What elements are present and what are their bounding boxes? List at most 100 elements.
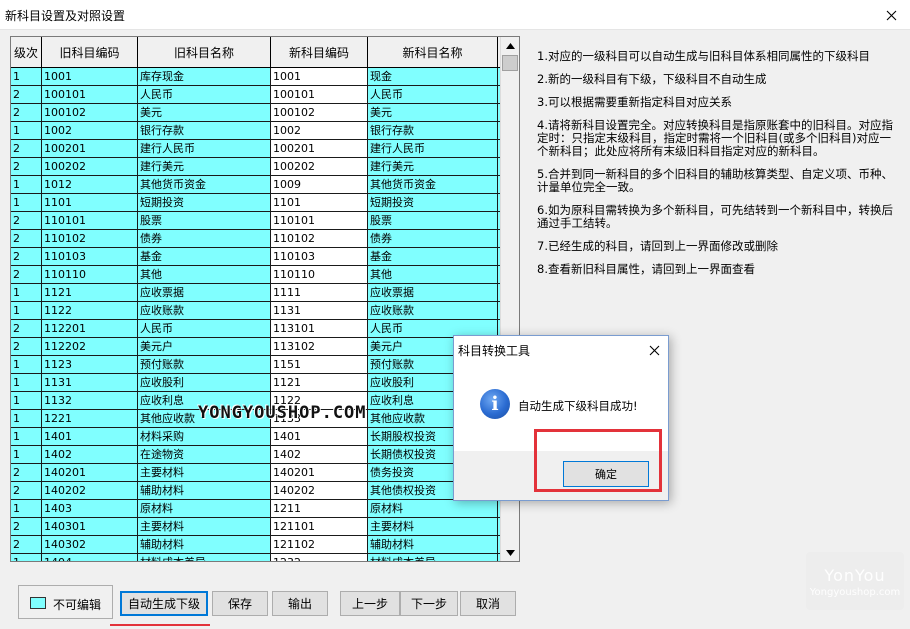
column-header[interactable]: 新科目编码 (271, 37, 368, 68)
table-cell[interactable]: 121102 (271, 536, 368, 554)
dialog-close-button[interactable] (644, 340, 664, 360)
table-cell: 1132 (42, 392, 138, 410)
cancel-button[interactable]: 取消 (460, 591, 516, 616)
corner-watermark-site: Yongyoushop.com (809, 587, 901, 598)
scroll-up-button[interactable] (501, 37, 519, 54)
table-cell: 1 (11, 392, 42, 410)
column-header[interactable]: 旧科目名称 (138, 37, 271, 68)
corner-watermark-brand: YonYou (824, 566, 886, 585)
table-cell[interactable]: 100102 (271, 104, 368, 122)
table-cell: 110110 (42, 266, 138, 284)
column-header[interactable]: 旧科目编码 (42, 37, 138, 68)
table-cell[interactable]: 1151 (271, 356, 368, 374)
column-header[interactable]: 新科目名称 (368, 37, 498, 68)
table-cell[interactable]: 100201 (271, 140, 368, 158)
table-cell[interactable]: 140202 (271, 482, 368, 500)
auto-generate-button[interactable]: 自动生成下级 (120, 591, 208, 616)
scroll-thumb[interactable] (502, 55, 518, 71)
table-cell[interactable]: 1111 (271, 284, 368, 302)
table-row[interactable]: 1 1101 短期投资 1101 短期投资 (11, 194, 501, 212)
table-cell: 2 (11, 338, 42, 356)
ok-button[interactable]: 确定 (563, 461, 649, 487)
table-row[interactable]: 2 100102 美元 100102 美元 (11, 104, 501, 122)
table-cell: 2 (11, 518, 42, 536)
table-row[interactable]: 1 1401 材料采购 1401 长期股权投资 (11, 428, 501, 446)
save-button[interactable]: 保存 (212, 591, 268, 616)
table-row[interactable]: 2 140201 主要材料 140201 债务投资 (11, 464, 501, 482)
export-button[interactable]: 输出 (272, 591, 328, 616)
grid-body[interactable]: 1 1001 库存现金 1001 现金 2 100101 人民币 100101 人民币 2 10010… (11, 68, 501, 561)
note-item: 7.已经生成的科目，请回到上一界面修改或删除 (537, 239, 778, 253)
table-row[interactable]: 2 100202 建行美元 100202 建行美元 (11, 158, 501, 176)
table-cell[interactable]: 110101 (271, 212, 368, 230)
table-row[interactable]: 1 1002 银行存款 1002 银行存款 (11, 122, 501, 140)
table-row[interactable]: 1 1012 其他货币资金 1009 其他货币资金 (11, 176, 501, 194)
table-cell: 原材料 (368, 500, 498, 518)
table-cell: 人民币 (138, 86, 271, 104)
table-row[interactable]: 1 1131 应收股利 1121 应收股利 (11, 374, 501, 392)
table-cell: 1123 (42, 356, 138, 374)
table-cell[interactable]: 110110 (271, 266, 368, 284)
table-cell: 短期投资 (138, 194, 271, 212)
table-row[interactable]: 2 100101 人民币 100101 人民币 (11, 86, 501, 104)
subject-mapping-grid[interactable]: 级次旧科目编码旧科目名称新科目编码新科目名称新 11001库存现金1001现金2… (10, 36, 520, 562)
table-cell[interactable]: 1131 (271, 302, 368, 320)
table-row[interactable]: 2 112201 人民币 113101 人民币 (11, 320, 501, 338)
red-underline-mark (110, 624, 210, 626)
table-cell[interactable]: 1232 (271, 554, 368, 561)
table-row[interactable]: 2 140202 辅助材料 140202 其他债权投资 (11, 482, 501, 500)
table-row[interactable]: 1 1123 预付账款 1151 预付账款 (11, 356, 501, 374)
table-row[interactable]: 2 110110 其他 110110 其他 (11, 266, 501, 284)
table-cell: 2 (11, 140, 42, 158)
column-header[interactable]: 级次 (11, 37, 42, 68)
table-cell[interactable]: 100202 (271, 158, 368, 176)
table-cell: 2 (11, 266, 42, 284)
table-cell[interactable]: 113101 (271, 320, 368, 338)
table-cell: 股票 (138, 212, 271, 230)
table-cell[interactable]: 100101 (271, 86, 368, 104)
table-row[interactable]: 1 1122 应收账款 1131 应收账款 (11, 302, 501, 320)
table-cell: 原材料 (138, 500, 271, 518)
table-row[interactable]: 2 110101 股票 110101 股票 (11, 212, 501, 230)
table-cell[interactable]: 1402 (271, 446, 368, 464)
next-step-button[interactable]: 下一步 (400, 591, 458, 616)
table-cell[interactable]: 1101 (271, 194, 368, 212)
window-titlebar: 新科目设置及对照设置 (0, 0, 910, 30)
table-cell: 110102 (42, 230, 138, 248)
table-cell: 辅助材料 (138, 536, 271, 554)
table-cell[interactable]: 1401 (271, 428, 368, 446)
table-cell: 材料成本差异 (368, 554, 498, 561)
table-cell: 美元 (368, 104, 498, 122)
table-cell[interactable]: 1121 (271, 374, 368, 392)
table-cell[interactable]: 1211 (271, 500, 368, 518)
table-row[interactable]: 2 110102 债券 110102 债券 (11, 230, 501, 248)
table-row[interactable]: 2 140302 辅助材料 121102 辅助材料 (11, 536, 501, 554)
table-row[interactable]: 11404材料成本差异1232材料成本差异 (11, 554, 501, 561)
table-row[interactable]: 1 1001 库存现金 1001 现金 (11, 68, 501, 86)
table-cell[interactable]: 1009 (271, 176, 368, 194)
table-cell[interactable]: 113102 (271, 338, 368, 356)
table-row[interactable]: 2 112202 美元户 113102 美元户 (11, 338, 501, 356)
table-row[interactable]: 1 1403 原材料 1211 原材料 (11, 500, 501, 518)
table-row[interactable]: 2 140301 主要材料 121101 主要材料 (11, 518, 501, 536)
table-cell[interactable]: 121101 (271, 518, 368, 536)
prev-step-button[interactable]: 上一步 (340, 591, 400, 616)
window-close-button[interactable] (880, 4, 902, 26)
table-row[interactable]: 2 110103 基金 110103 基金 (11, 248, 501, 266)
table-cell[interactable]: 140201 (271, 464, 368, 482)
table-cell: 材料成本差异 (138, 554, 271, 561)
table-row[interactable]: 2 100201 建行人民币 100201 建行人民币 (11, 140, 501, 158)
table-cell[interactable]: 1001 (271, 68, 368, 86)
table-cell[interactable]: 110103 (271, 248, 368, 266)
note-item: 3.可以根据需要重新指定科目对应关系 (537, 95, 732, 109)
table-cell: 美元户 (138, 338, 271, 356)
table-row[interactable]: 1 1121 应收票据 1111 应收票据 (11, 284, 501, 302)
info-icon: i (480, 389, 510, 419)
table-cell: 1402 (42, 446, 138, 464)
table-row[interactable]: 1 1402 在途物资 1402 长期债权投资 (11, 446, 501, 464)
table-cell[interactable]: 110102 (271, 230, 368, 248)
table-cell: 1 (11, 194, 42, 212)
table-cell: 2 (11, 320, 42, 338)
table-cell[interactable]: 1002 (271, 122, 368, 140)
scroll-down-button[interactable] (501, 544, 519, 561)
